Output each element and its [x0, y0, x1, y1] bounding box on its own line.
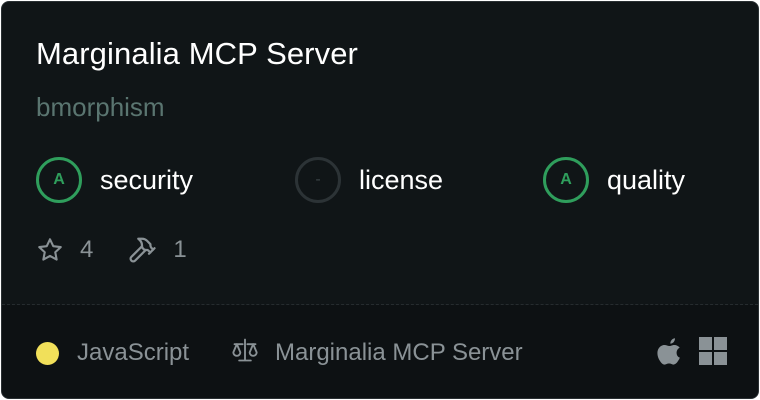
server-title[interactable]: Marginalia MCP Server [36, 36, 358, 72]
language-color-dot [36, 341, 59, 365]
license-info: Marginalia MCP Server [231, 338, 523, 368]
security-score: A security [36, 157, 193, 203]
quality-label: quality [607, 164, 686, 195]
scale-icon [231, 336, 275, 371]
server-stats: 4 1 [36, 234, 221, 266]
quality-grade-badge: A [543, 157, 589, 203]
license-name: Marginalia MCP Server [275, 339, 523, 366]
language-info: JavaScript [36, 338, 189, 368]
tool-count: 1 [127, 235, 187, 265]
tool-count-value: 1 [173, 236, 187, 263]
server-author[interactable]: bmorphism [36, 92, 165, 123]
quality-score: A quality [543, 157, 685, 203]
apple-icon [657, 337, 683, 370]
hammer-icon [127, 235, 157, 265]
star-icon [36, 236, 64, 264]
star-count: 4 [36, 236, 93, 264]
license-score: - license [295, 157, 443, 203]
license-label: license [359, 164, 444, 195]
security-grade-badge: A [36, 157, 82, 203]
license-grade-badge: - [295, 157, 341, 203]
windows-icon [699, 336, 727, 370]
apple-platform [657, 337, 683, 370]
windows-platform [699, 336, 727, 370]
security-label: security [100, 164, 194, 195]
server-card[interactable]: Marginalia MCP Server bmorphism A securi… [1, 1, 759, 399]
star-count-value: 4 [80, 236, 94, 263]
language-label: JavaScript [77, 339, 190, 366]
